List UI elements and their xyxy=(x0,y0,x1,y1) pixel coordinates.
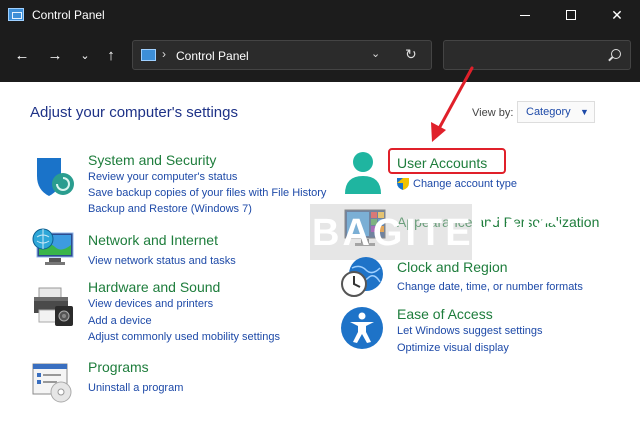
red-annotation-arrow xyxy=(431,66,474,142)
